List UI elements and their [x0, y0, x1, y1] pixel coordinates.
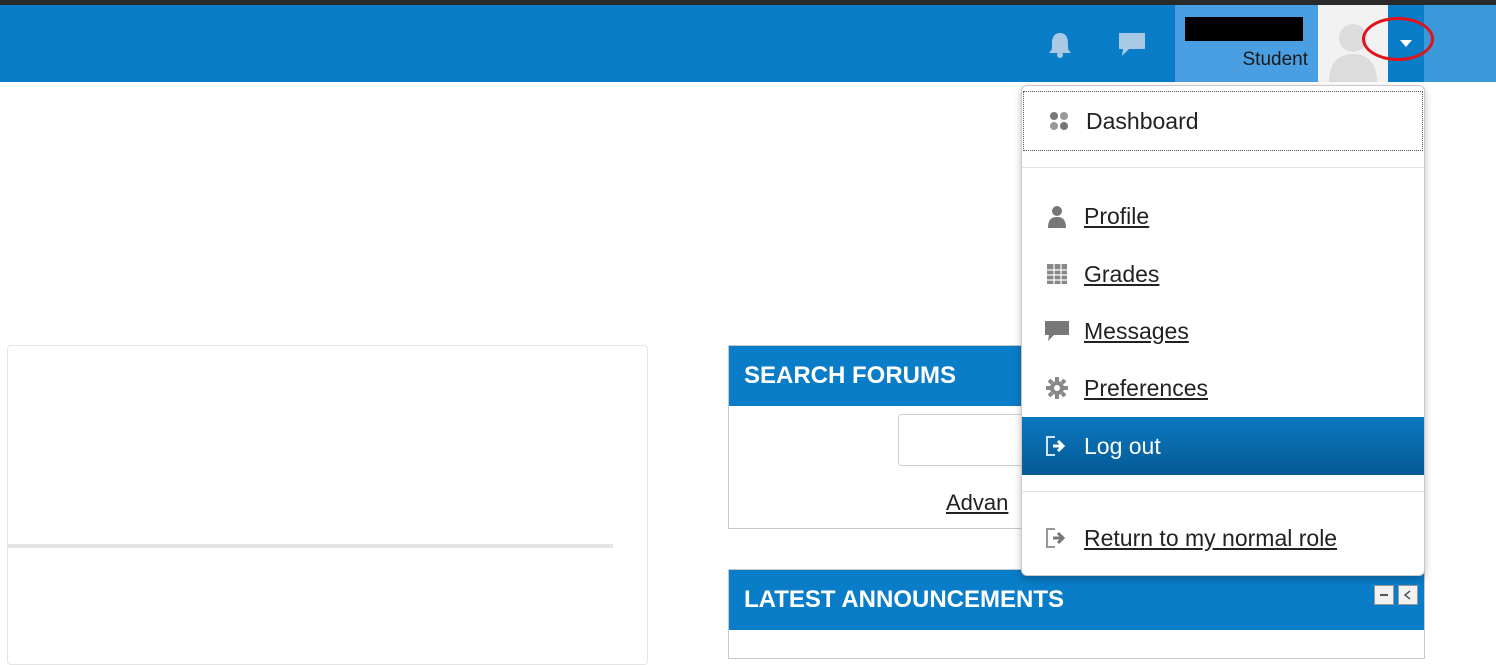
message-icon: [1044, 318, 1070, 344]
top-navbar: Student: [0, 0, 1496, 82]
menu-item-label: Messages: [1084, 317, 1189, 344]
user-icon: [1044, 203, 1070, 229]
menu-item-label: Log out: [1084, 432, 1161, 459]
search-forums-block: SEARCH FORUMS Advan: [728, 345, 1200, 529]
dock-icon[interactable]: [1398, 585, 1418, 605]
menu-divider: [1022, 167, 1424, 168]
user-menu-dropdown: Dashboard Profile Grades Messages Prefer…: [1021, 85, 1425, 576]
menu-item-logout[interactable]: Log out: [1022, 417, 1424, 475]
grades-table-icon: [1044, 261, 1070, 287]
menu-item-dashboard[interactable]: Dashboard: [1023, 91, 1423, 151]
block-title-text: LATEST ANNOUNCEMENTS: [744, 586, 1064, 613]
menu-item-return-role[interactable]: Return to my normal role: [1022, 509, 1424, 567]
menu-item-label: Dashboard: [1086, 107, 1199, 134]
menu-item-profile[interactable]: Profile: [1022, 187, 1424, 245]
main-divider: [7, 544, 613, 548]
advanced-search-link[interactable]: Advan: [946, 490, 1008, 516]
return-role-icon: [1044, 525, 1070, 551]
highlight-circle: [1362, 17, 1434, 61]
collapse-icon[interactable]: [1374, 585, 1394, 605]
latest-announcements-block: LATEST ANNOUNCEMENTS: [728, 569, 1425, 659]
user-role: Student: [1242, 49, 1309, 70]
user-info[interactable]: Student: [1175, 5, 1318, 82]
menu-item-messages[interactable]: Messages: [1022, 302, 1424, 360]
gear-icon: [1044, 375, 1070, 401]
navbar-right-strip: [1424, 5, 1496, 82]
block-controls: [1374, 585, 1418, 605]
block-title: LATEST ANNOUNCEMENTS: [729, 570, 1424, 630]
user-name-redacted: [1185, 17, 1303, 41]
block-title: SEARCH FORUMS: [729, 346, 1027, 406]
chat-icon[interactable]: [1115, 27, 1149, 61]
menu-item-preferences[interactable]: Preferences: [1022, 359, 1424, 417]
menu-item-label: Grades: [1084, 260, 1160, 287]
logout-icon: [1044, 433, 1070, 459]
menu-item-label: Preferences: [1084, 374, 1209, 401]
menu-item-label: Return to my normal role: [1084, 524, 1338, 551]
menu-item-label: Profile: [1084, 202, 1150, 229]
dashboard-icon: [1046, 108, 1072, 134]
bell-icon[interactable]: [1043, 27, 1077, 61]
menu-divider: [1022, 491, 1424, 492]
main-content-panel: [7, 345, 648, 665]
menu-item-grades[interactable]: Grades: [1022, 245, 1424, 303]
